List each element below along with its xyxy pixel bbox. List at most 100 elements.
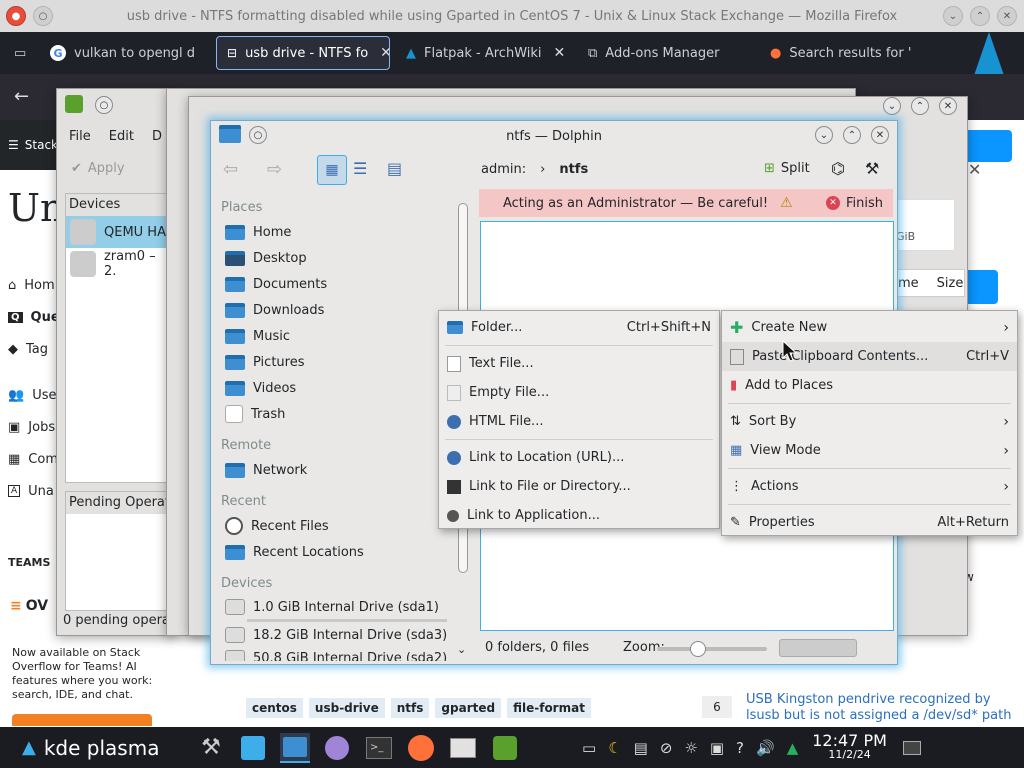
tag-file-format[interactable]: file-format — [507, 698, 591, 718]
place-downloads[interactable]: Downloads — [217, 297, 475, 323]
menu-properties[interactable]: ✎ Properties Alt+Return — [722, 508, 1017, 537]
tag-usb-drive[interactable]: usb-drive — [308, 698, 385, 718]
minimize-button[interactable]: ⌄ — [815, 126, 833, 144]
menu-add-to-places[interactable]: ▮ Add to Places — [722, 371, 1017, 400]
pager-icon[interactable]: ▭ — [582, 739, 596, 757]
device-sda1[interactable]: 1.0 GiB Internal Drive (sda1) — [217, 595, 475, 619]
stack-header[interactable]: ☰ Stack — [0, 120, 60, 170]
menu-link-file[interactable]: Link to File or Directory... — [439, 472, 719, 501]
menu-sort-by[interactable]: ⇅ Sort By › — [722, 407, 1017, 436]
show-desktop-icon[interactable] — [902, 740, 921, 755]
volume-icon[interactable]: 🔊 — [756, 739, 775, 757]
kde-connect-icon[interactable] — [322, 733, 352, 763]
back-icon[interactable]: ⇦ — [223, 159, 238, 180]
place-recent-locations[interactable]: Recent Locations — [217, 539, 475, 565]
application-launcher[interactable]: ▲ kde plasma — [0, 736, 190, 760]
firefox-taskbar-icon[interactable] — [406, 733, 436, 763]
tab-flatpak[interactable]: ▲ Flatpak - ArchWiki ✕ — [396, 36, 572, 70]
menu-link-application[interactable]: Link to Application... — [439, 501, 719, 530]
updates-icon[interactable]: ▲ — [787, 739, 799, 757]
menu-edit[interactable]: Edit — [109, 129, 134, 144]
maximize-button[interactable]: ⌃ — [911, 97, 929, 115]
maximize-button[interactable]: ⌃ — [843, 126, 861, 144]
split-button[interactable]: ⊞ Split — [764, 161, 810, 176]
brightness-icon[interactable]: ☼ — [684, 739, 697, 757]
zoom-slider[interactable] — [657, 641, 767, 657]
zoom-slider-handle[interactable] — [690, 641, 707, 657]
device-sda3[interactable]: 18.2 GiB Internal Drive (sda3) — [217, 622, 475, 648]
settings-tools-icon[interactable]: ⚒ — [196, 733, 226, 763]
tab-usb-drive[interactable]: ⊟ usb drive - NTFS fo ✕ — [216, 36, 390, 70]
menu-text-file[interactable]: Text File... — [439, 349, 719, 378]
forward-icon[interactable]: ⇨ — [267, 159, 282, 180]
menu-view-mode[interactable]: ▦ View Mode › — [722, 436, 1017, 465]
details-view-icon[interactable]: ▤ — [387, 159, 402, 178]
tab-addons[interactable]: ⧉ Add-ons Manager — [578, 36, 754, 70]
minimize-button[interactable]: ⌄ — [943, 6, 963, 26]
place-network[interactable]: Network — [217, 457, 475, 483]
tab-vulkan[interactable]: Gvulkan to opengl d — [40, 36, 210, 70]
back-icon[interactable]: ← — [14, 86, 29, 107]
clipboard-icon[interactable]: ▤ — [634, 739, 648, 757]
terminal-icon[interactable]: >_ — [364, 733, 394, 763]
place-music[interactable]: Music — [217, 323, 475, 349]
menu-link-url[interactable]: Link to Location (URL)... — [439, 443, 719, 472]
close-button[interactable]: ✕ — [871, 126, 889, 144]
place-documents[interactable]: Documents — [217, 271, 475, 297]
close-tab-icon[interactable]: ✕ — [380, 45, 389, 61]
tag-centos[interactable]: centos — [246, 698, 303, 718]
menu-html-file[interactable]: HTML File... — [439, 407, 719, 436]
teams-button[interactable] — [12, 714, 152, 726]
clock[interactable]: 12:47 PM 11/2/24 — [812, 732, 887, 762]
column-name[interactable]: me — [898, 276, 919, 291]
place-trash[interactable]: Trash — [217, 401, 475, 427]
maximize-button[interactable]: ⌃ — [970, 6, 990, 26]
menu-folder[interactable]: Folder... Ctrl+Shift+N — [439, 313, 719, 342]
device-qemu[interactable]: QEMU HA — [66, 216, 172, 248]
night-color-icon[interactable]: ☾ — [608, 739, 621, 757]
related-question-link[interactable]: USB Kingston pendrive recognized by lsus… — [746, 692, 1016, 724]
place-pictures[interactable]: Pictures — [217, 349, 475, 375]
tag-gparted[interactable]: gparted — [435, 698, 502, 718]
minimize-button[interactable]: ⌄ — [883, 97, 901, 115]
dolphin-taskbar-icon[interactable] — [280, 732, 310, 763]
place-desktop[interactable]: Desktop — [217, 245, 475, 271]
tag-ntfs[interactable]: ntfs — [390, 698, 430, 718]
column-size[interactable]: Size — [937, 276, 964, 291]
gparted-taskbar-icon[interactable] — [490, 733, 520, 763]
close-tab-icon[interactable]: ✕ — [554, 45, 566, 61]
breadcrumb-admin[interactable]: admin: — [481, 162, 526, 177]
menu-file[interactable]: File — [69, 129, 91, 144]
menu-empty-file[interactable]: Empty File... — [439, 378, 719, 407]
system-monitor-icon[interactable] — [448, 733, 478, 763]
menu-create-new[interactable]: ✚ Create New › — [722, 313, 1017, 342]
menu-paste[interactable]: Paste Clipboard Contents... Ctrl+V — [722, 342, 1017, 371]
menu-actions[interactable]: ⋮ Actions › — [722, 472, 1017, 501]
help-icon[interactable]: ? — [736, 739, 744, 757]
scroll-down-icon[interactable]: ⌄ — [457, 643, 466, 656]
shade-button[interactable]: ○ — [95, 96, 113, 114]
icons-view-icon[interactable]: ▦ — [317, 155, 347, 185]
apply-button[interactable]: ✔ Apply — [71, 161, 125, 176]
tab-overview-icon[interactable]: ▭ — [4, 36, 34, 70]
dismiss-icon[interactable]: ✕ — [968, 160, 981, 179]
close-button[interactable]: ✕ — [997, 6, 1017, 26]
compact-view-icon[interactable]: ☰ — [353, 159, 367, 178]
device-zram[interactable]: zram0 – 2. — [66, 248, 172, 280]
binoculars-icon[interactable]: ⌬ — [831, 159, 845, 178]
shade-button[interactable]: ○ — [249, 126, 267, 144]
place-videos[interactable]: Videos — [217, 375, 475, 401]
breadcrumb-ntfs[interactable]: ntfs — [559, 162, 588, 177]
storage-icon[interactable]: ▣ — [710, 739, 724, 757]
discover-icon[interactable] — [238, 733, 268, 763]
hamburger-icon[interactable]: ☰ — [8, 138, 19, 152]
tab-search-results[interactable]: ● Search results for ' — [760, 36, 930, 70]
finish-button[interactable]: ✕ Finish — [825, 196, 883, 211]
place-recent-files[interactable]: Recent Files — [217, 513, 475, 539]
shade-button[interactable]: ○ — [33, 6, 53, 26]
firefox-app-icon[interactable]: ● — [6, 6, 26, 26]
tools-icon[interactable]: ⚒ — [865, 159, 879, 178]
place-home[interactable]: Home — [217, 219, 475, 245]
close-button[interactable]: ✕ — [939, 97, 957, 115]
menu-device[interactable]: D — [152, 129, 162, 144]
